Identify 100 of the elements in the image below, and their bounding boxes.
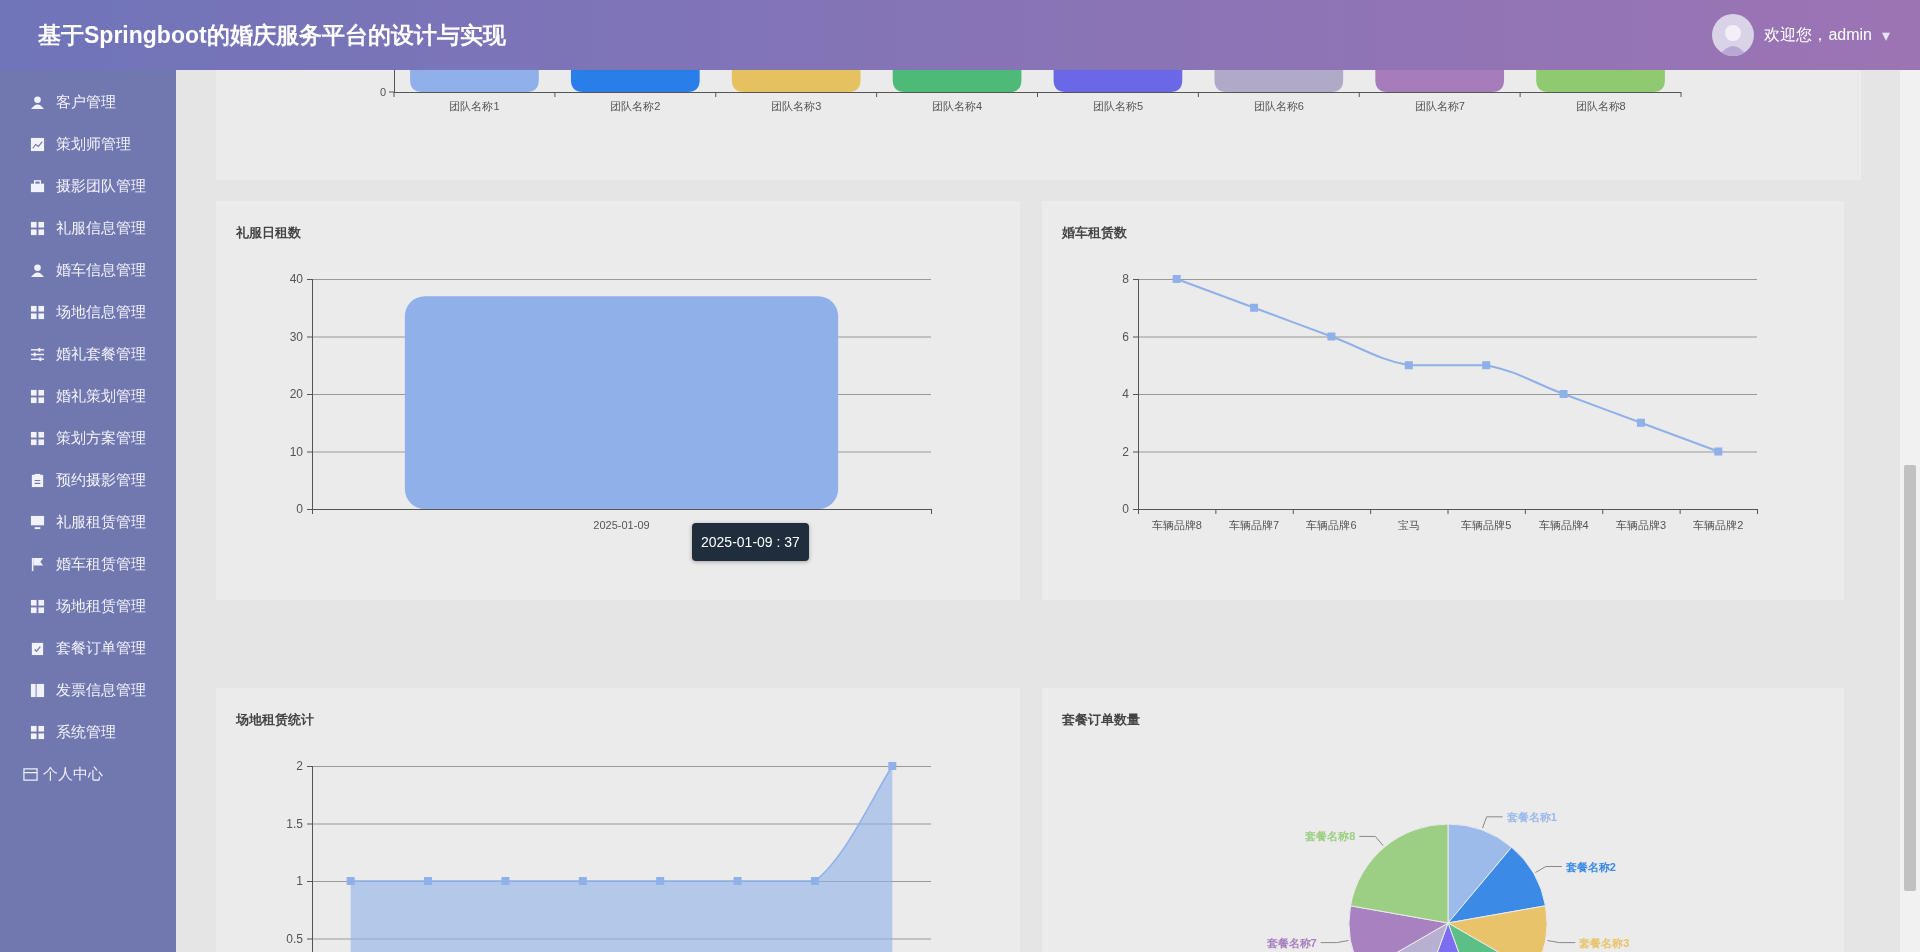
data-point (1172, 275, 1181, 283)
menu-item[interactable]: 预约摄影管理 (56, 470, 146, 490)
leader-line (1320, 940, 1350, 944)
leader-line (1482, 816, 1504, 829)
axis-label: 团队名称6 (1253, 100, 1304, 112)
axis-label: 2 (296, 759, 303, 773)
clipboard-check-icon (30, 640, 45, 656)
menu-item[interactable]: 策划师管理 (56, 134, 131, 154)
axis-label: 团队名称5 (1092, 100, 1143, 112)
axis-label: 6 (1122, 329, 1129, 344)
data-point (1714, 447, 1723, 456)
axis-label: 40 (289, 272, 303, 286)
leader-line (1534, 866, 1563, 873)
menu-item[interactable]: 个人中心 (43, 764, 103, 784)
menu-item[interactable]: 礼服信息管理 (56, 218, 146, 238)
grid-icon (30, 304, 45, 320)
flag-icon (30, 556, 45, 572)
tooltip: 2025-01-09 : 37 (692, 523, 809, 561)
pie-label: 套餐名称7 (1266, 936, 1317, 949)
chart-title: 场地租赁统计 (236, 711, 314, 729)
axis-label: 1 (296, 874, 303, 888)
menu-item[interactable]: 发票信息管理 (56, 680, 146, 700)
app-title: 基于Springboot的婚庆服务平台的设计与实现 (38, 20, 507, 50)
welcome-text[interactable]: 欢迎您，admin (1764, 24, 1872, 46)
axis-label: 车辆品牌8 (1151, 519, 1202, 531)
pie-label: 套餐名称8 (1305, 830, 1356, 843)
person-icon (30, 262, 45, 278)
menu-item[interactable]: 场地租赁管理 (56, 596, 146, 616)
axis-label: 0 (379, 85, 386, 98)
grid-icon (30, 388, 45, 404)
avatar[interactable] (1712, 14, 1755, 56)
axis-label: 0.5 (286, 931, 303, 946)
menu-item[interactable]: 婚车租赁管理 (56, 554, 146, 574)
axis-label: 4 (1122, 387, 1129, 401)
book-icon (30, 682, 45, 698)
axis-label: 2 (1122, 444, 1129, 459)
grid-icon (30, 724, 45, 740)
briefcase-icon (30, 178, 45, 194)
grid-icon (30, 598, 45, 614)
axis-label: 30 (289, 329, 303, 344)
leader-line (1358, 835, 1384, 847)
data-point (810, 877, 819, 885)
axis-label: 团队名称7 (1414, 100, 1465, 112)
grid-icon (30, 220, 45, 236)
chart-title: 礼服日租数 (236, 224, 301, 242)
menu-item[interactable]: 策划方案管理 (56, 428, 146, 448)
axis-label: 8 (1122, 272, 1129, 286)
axis-label: 20 (289, 387, 303, 401)
data-point (888, 762, 897, 770)
sliders-icon (30, 346, 45, 362)
menu-item[interactable]: 场地信息管理 (56, 302, 146, 322)
menu-item[interactable]: 婚礼套餐管理 (56, 344, 146, 364)
axis-label: 10 (289, 444, 303, 459)
menu-item[interactable]: 套餐订单管理 (56, 638, 146, 658)
data-point (1404, 361, 1413, 370)
caret-icon[interactable]: ▾ (1881, 25, 1890, 45)
axis-label: 车辆品牌3 (1615, 519, 1666, 531)
menu-item[interactable]: 礼服租赁管理 (56, 512, 146, 532)
data-point (424, 877, 433, 885)
data-point (501, 877, 510, 885)
axis-label: 团队名称3 (771, 100, 822, 112)
clipboard-icon (30, 472, 45, 488)
pie-label: 套餐名称3 (1579, 936, 1630, 949)
axis-label: 2025-01-09 (593, 519, 650, 531)
y-axis (388, 70, 395, 93)
window-icon (23, 766, 38, 782)
axis-label: 车辆品牌7 (1229, 519, 1280, 531)
chart-title: 婚车租赁数 (1062, 224, 1127, 242)
data-point (346, 877, 355, 885)
leader-line (1546, 940, 1576, 944)
axis-label: 车辆品牌5 (1461, 519, 1512, 531)
axis-label: 团队名称8 (1575, 100, 1626, 112)
axis-label: 团队名称1 (449, 100, 500, 112)
data-point (1327, 332, 1336, 341)
person-icon (30, 94, 45, 110)
menu-item[interactable]: 客户管理 (56, 92, 116, 112)
pie-label: 套餐名称2 (1565, 860, 1616, 873)
data-point (733, 877, 742, 885)
axis-label: 团队名称2 (610, 100, 661, 112)
axis-label: 团队名称4 (932, 100, 983, 112)
grid-icon (30, 430, 45, 446)
menu-item[interactable]: 婚礼策划管理 (56, 386, 146, 406)
menu-item[interactable]: 婚车信息管理 (56, 260, 146, 280)
data-point (1250, 303, 1259, 312)
menu-item[interactable]: 系统管理 (56, 722, 116, 742)
chart-icon (30, 136, 45, 152)
scrollbar[interactable] (1900, 70, 1920, 952)
pie-label: 套餐名称1 (1506, 810, 1557, 823)
axis-label: 宝马 (1397, 519, 1420, 531)
data-point (1482, 361, 1491, 370)
data-point (656, 877, 665, 885)
scrollbar-thumb[interactable] (1904, 465, 1916, 891)
axis-label: 车辆品牌4 (1538, 519, 1589, 531)
monitor-icon (30, 514, 45, 530)
axis-label: 1.5 (286, 816, 303, 831)
axis-label: 车辆品牌6 (1306, 519, 1357, 531)
data-point (1559, 390, 1568, 398)
data-point (578, 877, 587, 885)
axis-label: 车辆品牌2 (1693, 519, 1744, 531)
menu-item[interactable]: 摄影团队管理 (56, 176, 146, 196)
